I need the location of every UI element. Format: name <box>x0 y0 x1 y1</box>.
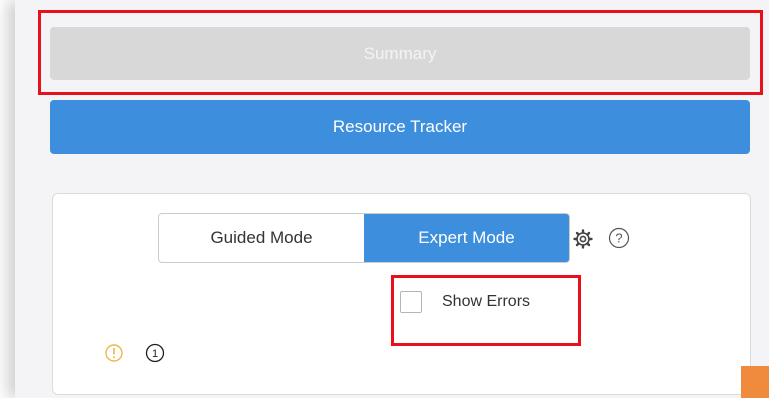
guided-mode-label: Guided Mode <box>210 228 313 247</box>
gear-icon[interactable] <box>573 229 593 249</box>
expert-mode-button[interactable]: Expert Mode <box>364 214 569 262</box>
resource-tracker-button[interactable]: Resource Tracker <box>50 100 750 154</box>
orange-corner-tab[interactable] <box>741 366 769 398</box>
show-errors-highlight-box <box>391 275 581 346</box>
help-icon[interactable]: ? <box>608 227 630 249</box>
summary-highlight-box <box>38 10 763 95</box>
mode-toggle: Guided Mode Expert Mode <box>158 213 570 263</box>
guided-mode-button[interactable]: Guided Mode <box>159 214 364 262</box>
svg-text:?: ? <box>615 231 622 246</box>
info-circle-icon[interactable] <box>105 344 123 362</box>
svg-text:1: 1 <box>152 348 158 360</box>
expert-mode-label: Expert Mode <box>418 228 515 247</box>
circled-one-icon[interactable]: 1 <box>145 343 165 363</box>
resource-tracker-label: Resource Tracker <box>332 117 468 136</box>
